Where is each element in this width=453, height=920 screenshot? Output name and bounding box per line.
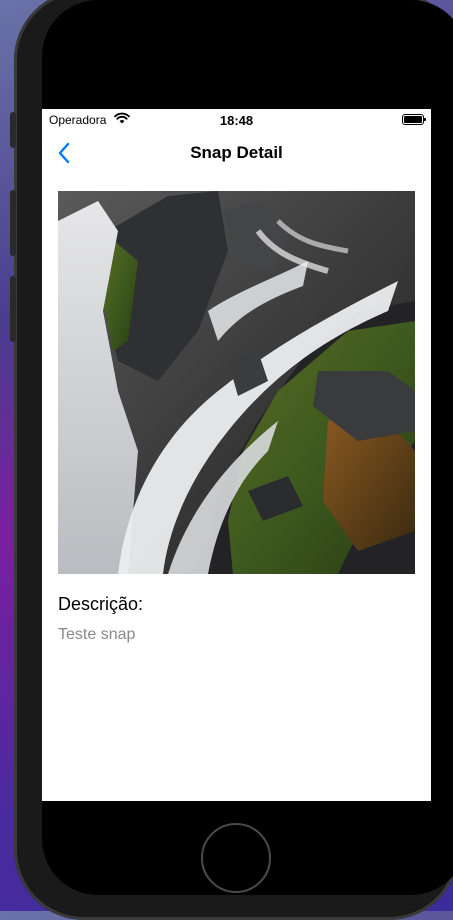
page-title: Snap Detail (190, 143, 283, 162)
description-label: Descrição: (58, 594, 144, 614)
home-button[interactable] (201, 823, 271, 893)
battery-icon (402, 114, 426, 125)
mute-switch (10, 112, 16, 148)
navigation-bar: Snap Detail (42, 131, 431, 175)
status-bar: Operadora 18:48 (42, 109, 431, 131)
volume-up-button (10, 190, 16, 256)
status-time: 18:48 (219, 113, 254, 128)
volume-down-button (10, 276, 16, 342)
description-value: Teste snap (58, 626, 136, 643)
snap-photo (58, 191, 415, 574)
app-screen: Operadora 18:48 Snap Detail Descrição: T… (42, 109, 431, 801)
